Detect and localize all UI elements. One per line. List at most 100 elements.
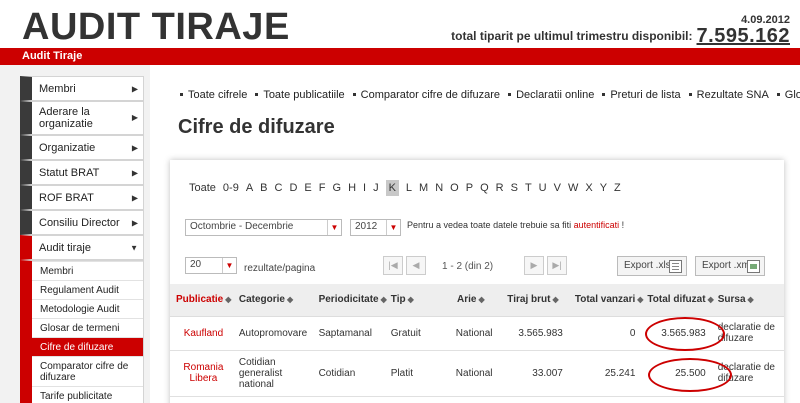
column-header[interactable]: Categorie ◆ [236, 284, 317, 317]
column-header[interactable]: Total vanzari ◆ [572, 284, 646, 317]
table-cell: Cotidian generalist national [236, 350, 317, 397]
sidebar-item-membri[interactable]: Membri ▶ [20, 76, 144, 101]
chevron-down-icon: ▼ [130, 243, 138, 252]
nav-link[interactable]: Glosar [776, 89, 800, 101]
submenu-item-membri[interactable]: Membri [32, 261, 143, 280]
year-value: 2012 [355, 221, 378, 232]
table-header-row: Publicatie ◆ Categorie ◆ Periodicitate ◆ Ti… [170, 284, 784, 317]
submenu-item-comparator[interactable]: Comparator cifre de difuzare [32, 356, 143, 386]
results-table: Publicatie ◆ Categorie ◆ Periodicitate ◆ Ti… [170, 284, 784, 397]
alphabet-letter[interactable]: Q [480, 182, 489, 194]
alphabet-letter[interactable]: W [568, 182, 578, 194]
column-header[interactable]: Sursa ◆ [715, 284, 784, 317]
export-xls-button[interactable]: Export .xls [617, 256, 687, 276]
alphabet-letter[interactable]: U [539, 182, 547, 194]
alphabet-letter[interactable]: L [406, 182, 412, 194]
prev-page-button[interactable]: ◀ [406, 256, 426, 275]
source-link[interactable]: declaratie de difuzare [715, 350, 784, 397]
alphabet-letter[interactable]: E [304, 182, 311, 194]
alphabet-letter[interactable]: P [466, 182, 473, 194]
table-cell: 3.565.983 [645, 316, 716, 351]
alphabet-letter[interactable]: N [435, 182, 443, 194]
column-header[interactable]: Publicatie ◆ [170, 284, 237, 317]
chevron-right-icon: ▶ [131, 113, 138, 122]
alphabet-letter[interactable]: R [496, 182, 504, 194]
column-header[interactable]: Periodicitate ◆ [316, 284, 389, 317]
table-cell: Cotidian [316, 350, 389, 397]
auth-link[interactable]: autentificati [574, 220, 620, 230]
table-cell: Platit [388, 350, 443, 397]
table-cell: 25.241 [572, 350, 646, 397]
nav-link[interactable]: Toate cifrele [180, 89, 247, 101]
sidebar-item-audit[interactable]: Audit tiraje ▼ [20, 235, 144, 260]
submenu-item-glosar[interactable]: Glosar de termeni [32, 318, 143, 337]
alphabet-letter[interactable]: X [585, 182, 592, 194]
year-select[interactable]: 2012 ▼ [350, 219, 401, 236]
bullet-icon [352, 93, 356, 96]
column-header[interactable]: Arie ◆ [443, 284, 506, 317]
sidebar-item-rof[interactable]: ROF BRAT ▶ [20, 185, 144, 210]
nav-link[interactable]: Preturi de lista [602, 89, 681, 101]
alphabet-letter[interactable]: Toate [189, 182, 216, 194]
table-cell: National [443, 350, 506, 397]
publication-link[interactable]: Romania Libera [170, 350, 237, 397]
page-info: 1 - 2 (din 2) [442, 261, 494, 272]
column-header[interactable]: Tiraj brut ◆ [505, 284, 573, 317]
alphabet-letter[interactable]: H [348, 182, 356, 194]
nav-link[interactable]: Declaratii online [508, 89, 594, 101]
submenu-item-metodologie[interactable]: Metodologie Audit [32, 299, 143, 318]
alphabet-letter[interactable]: I [363, 182, 366, 194]
period-value: Octombrie - Decembrie [190, 221, 294, 232]
publication-link[interactable]: Kaufland [170, 316, 237, 351]
alphabet-letter[interactable]: 0-9 [223, 182, 239, 194]
alphabet-letter[interactable]: D [289, 182, 297, 194]
sidebar-item-consiliu[interactable]: Consiliu Director ▶ [20, 210, 144, 235]
bullet-icon [688, 93, 692, 96]
nav-link[interactable]: Rezultate SNA [688, 89, 769, 101]
first-page-button[interactable]: |◀ [383, 256, 403, 275]
sidebar-item-label: Consiliu Director [39, 216, 120, 229]
total-value[interactable]: 7.595.162 [697, 25, 790, 47]
column-header[interactable]: Total difuzat ◆ [645, 284, 716, 317]
alphabet-letter[interactable]: T [525, 182, 532, 194]
submenu-item-cifre[interactable]: Cifre de difuzare [32, 337, 143, 356]
submenu-item-tarife[interactable]: Tarife publicitate [32, 386, 143, 403]
alphabet-letter[interactable]: G [333, 182, 342, 194]
nav-link[interactable]: Toate publicatiile [255, 89, 345, 101]
last-page-button[interactable]: ▶| [547, 256, 567, 275]
table-cell: 33.007 [505, 350, 573, 397]
source-link[interactable]: declaratie de difuzare [715, 316, 784, 351]
alphabet-letter[interactable]: O [450, 182, 459, 194]
section-bar: Audit Tiraje [0, 48, 800, 65]
column-header[interactable]: Tip ◆ [388, 284, 443, 317]
nav-link[interactable]: Comparator cifre de difuzare [352, 89, 500, 101]
sidebar-item-aderare[interactable]: Aderare la organizatie ▶ [20, 101, 144, 135]
alphabet-letter[interactable]: J [373, 182, 379, 194]
chevron-right-icon: ▶ [131, 143, 138, 152]
alphabet-letter[interactable]: K [385, 180, 399, 196]
export-xml-button[interactable]: Export .xml [695, 256, 765, 276]
alphabet-letter[interactable]: S [511, 182, 518, 194]
alphabet-letter[interactable]: Z [614, 182, 621, 194]
sort-icon: ◆ [637, 295, 644, 305]
alphabet-letter[interactable]: A [246, 182, 253, 194]
alphabet-letter[interactable]: M [419, 182, 428, 194]
sidebar-item-organizatie[interactable]: Organizatie ▶ [20, 135, 144, 160]
header-total: total tiparit pe ultimul trimestru dispo… [451, 25, 790, 48]
alphabet-letter[interactable]: B [260, 182, 267, 194]
sort-icon: ◆ [552, 295, 559, 305]
sidebar-item-label: ROF BRAT [39, 191, 94, 204]
period-select[interactable]: Octombrie - Decembrie ▼ [185, 219, 342, 236]
site-title[interactable]: AUDIT TIRAJE [22, 6, 290, 49]
alphabet-letter[interactable]: F [319, 182, 326, 194]
submenu-item-regulament[interactable]: Regulament Audit [32, 280, 143, 299]
alphabet-letter[interactable]: V [554, 182, 561, 194]
export-xml-label: Export .xml [702, 260, 753, 271]
sidebar: Membri ▶ Aderare la organizatie ▶ Organiza… [20, 76, 144, 403]
sidebar-item-statut[interactable]: Statut BRAT ▶ [20, 160, 144, 185]
next-page-button[interactable]: ▶ [524, 256, 544, 275]
chevron-down-icon: ▼ [327, 220, 341, 235]
alphabet-letter[interactable]: Y [600, 182, 607, 194]
alphabet-letter[interactable]: C [275, 182, 283, 194]
per-page-select[interactable]: 20 ▼ [185, 257, 237, 274]
